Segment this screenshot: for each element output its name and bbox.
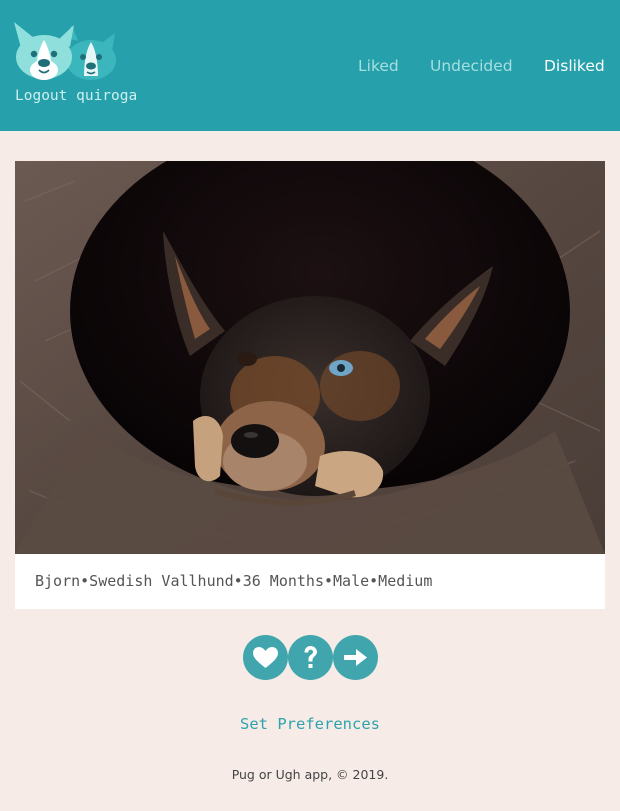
skip-button[interactable] [333, 635, 378, 680]
question-icon [304, 646, 317, 668]
nav-undecided[interactable]: Undecided [430, 57, 513, 75]
heart-icon [253, 647, 278, 668]
dog-photo [15, 161, 605, 554]
app-header: Logout quiroga Liked Undecided Disliked [0, 0, 620, 131]
corgi-dogs-logo-icon[interactable] [14, 20, 118, 80]
like-button[interactable] [243, 635, 288, 680]
nav-liked[interactable]: Liked [358, 57, 399, 75]
action-buttons [243, 635, 379, 680]
arrow-right-icon [344, 649, 367, 666]
dog-info: Bjorn•Swedish Vallhund•36 Months•Male•Me… [35, 572, 433, 590]
set-preferences-link[interactable]: Set Preferences [0, 715, 620, 733]
footer-text: Pug or Ugh app, © 2019. [231, 767, 389, 782]
nav-disliked[interactable]: Disliked [544, 57, 605, 75]
dog-card: Bjorn•Swedish Vallhund•36 Months•Male•Me… [15, 161, 605, 609]
undecided-button[interactable] [288, 635, 333, 680]
logout-link[interactable]: Logout quiroga [15, 88, 137, 104]
